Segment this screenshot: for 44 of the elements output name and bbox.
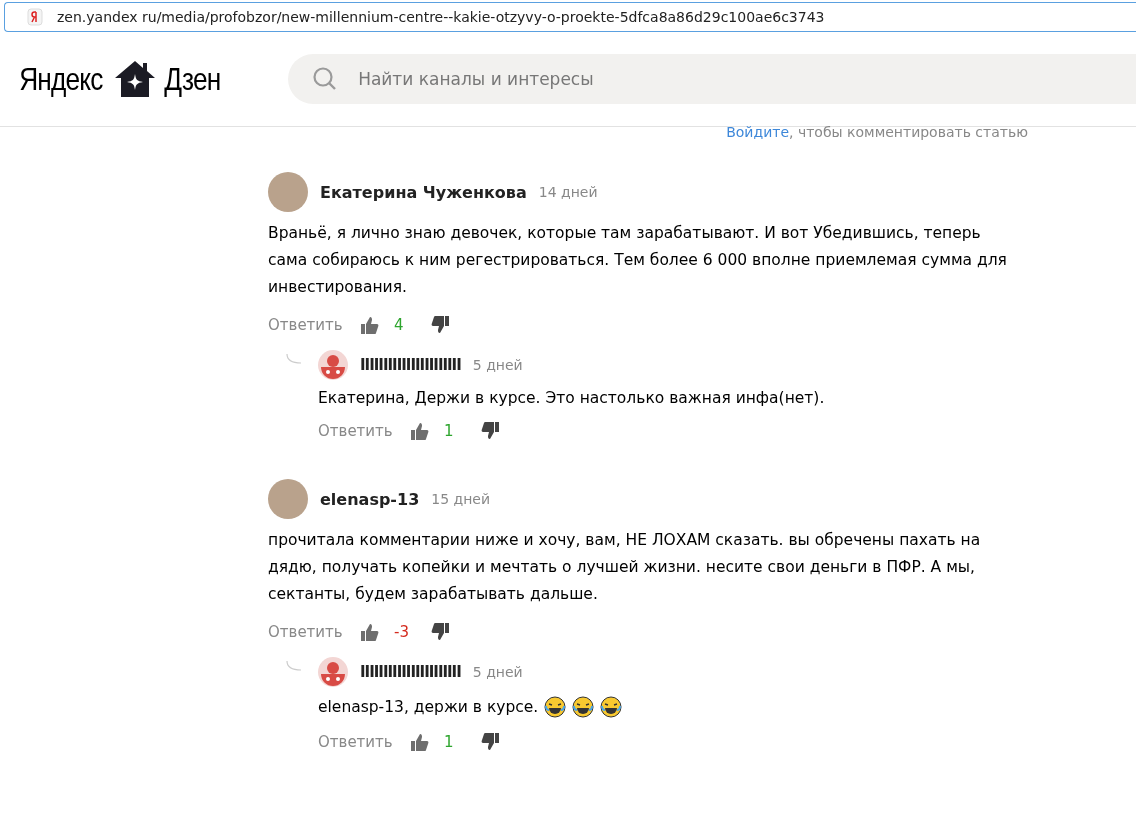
login-prompt: Войдите, чтобы комментировать статью xyxy=(726,124,1028,142)
comment-time: 5 дней xyxy=(472,357,523,373)
vote-count: 1 xyxy=(444,733,455,751)
author-name[interactable]: elenasp-13 xyxy=(320,489,420,509)
logo-text: Дзен xyxy=(163,60,220,98)
reply-link[interactable]: Ответить xyxy=(318,422,410,440)
laughing-face-icon xyxy=(572,696,595,718)
thumbs-up-icon[interactable] xyxy=(410,421,430,441)
comment-text: elenasp-13, держи в курсе. xyxy=(318,698,539,716)
vote-count: -3 xyxy=(394,623,410,641)
thumbs-down-icon[interactable] xyxy=(430,622,450,642)
thumbs-down-icon[interactable] xyxy=(430,315,450,335)
vote-count: 1 xyxy=(444,422,455,440)
logo-text: Яндекс xyxy=(19,60,103,98)
avatar[interactable] xyxy=(318,350,348,380)
comment-text: Екатерина, Держи в курсе. Это настолько важная инфа(нет). xyxy=(318,389,825,407)
search-field[interactable]: Найти каналы и интересы xyxy=(288,54,1136,104)
reply-link[interactable]: Ответить xyxy=(318,733,410,751)
avatar[interactable] xyxy=(318,657,348,687)
comment-text: Враньё, я лично знаю девочек, которые там зарабатывают. И вот Убедившись, теперь сама собираюсь к ним регестрироваться. Тем более 6 000 вполне приемлемая сумма для инвестирования. xyxy=(268,223,1008,298)
browser-logo-icon xyxy=(27,8,43,26)
house-star-icon xyxy=(113,60,156,98)
thumbs-up-icon[interactable] xyxy=(360,622,380,642)
laughing-face-icon xyxy=(600,696,623,718)
vote-count: 4 xyxy=(394,316,405,334)
author-name[interactable]: IIIIIIIIIIIIIIIIIIIIII xyxy=(360,356,461,374)
comment-time: 15 дней xyxy=(431,491,491,507)
reply-link[interactable]: Ответить xyxy=(268,623,360,641)
address-bar[interactable]: zen.yandex ru/media/profobzor/new-millennium-centre--kakie-otzyvy-o-proekte-5dfca8a86d29c100ae6c3743 xyxy=(4,2,1136,32)
reply-connector-icon xyxy=(286,353,302,365)
comment-time: 14 дней xyxy=(538,184,598,200)
author-name[interactable]: IIIIIIIIIIIIIIIIIIIIII xyxy=(360,663,461,681)
thumbs-up-icon[interactable] xyxy=(360,315,380,335)
login-link[interactable]: Войдите xyxy=(726,124,790,140)
reply-link[interactable]: Ответить xyxy=(268,316,360,334)
author-name[interactable]: Екатерина Чуженкова xyxy=(320,182,527,202)
thumbs-up-icon[interactable] xyxy=(410,732,430,752)
comment-time: 5 дней xyxy=(472,664,523,680)
thumbs-down-icon[interactable] xyxy=(480,732,500,752)
url-text: zen.yandex ru/media/profobzor/new-millennium-centre--kakie-otzyvy-o-proekte-5dfca8a86d29c100ae6c3743 xyxy=(57,9,825,25)
laughing-face-icon xyxy=(544,696,567,718)
comment-text: прочитала комментарии ниже и хочу, вам, НЕ ЛОХАМ сказать. вы обречены пахать на дядю, получать копейки и мечтать о лучшей жизни. несите свои деньги в ПФР. А мы, сектанты, будем зарабатывать дальше. xyxy=(268,530,982,605)
reply-connector-icon xyxy=(286,660,302,672)
thumbs-down-icon[interactable] xyxy=(480,421,500,441)
